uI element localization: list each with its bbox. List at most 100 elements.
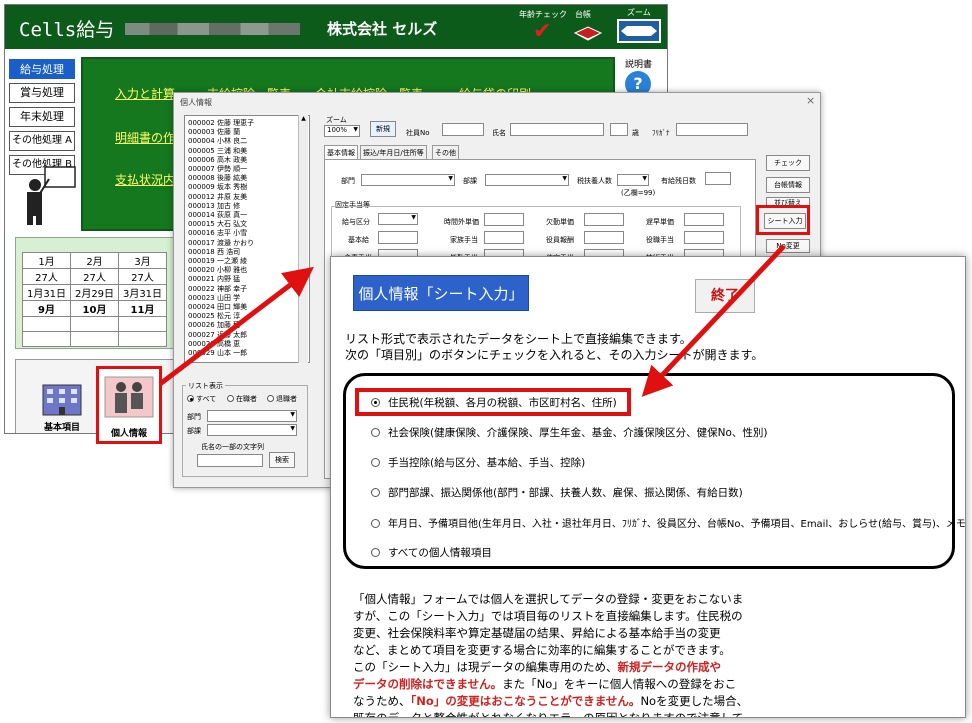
- paid-leave-input[interactable]: [705, 172, 731, 185]
- option-allowance-deduction[interactable]: 手当控除(給与区分、基本給、手当、控除): [371, 455, 585, 470]
- dept-filter-select[interactable]: [207, 410, 297, 422]
- option-resident-tax[interactable]: 住民税(年税額、各月の税額、市区町村名、住所): [371, 395, 617, 410]
- radio-icon[interactable]: [371, 428, 380, 437]
- family-allowance-input[interactable]: [484, 231, 524, 244]
- list-item[interactable]: 000019 一之瀬 綾: [188, 257, 247, 265]
- book-icon[interactable]: [573, 25, 603, 41]
- option-all-items[interactable]: すべての個人情報項目: [371, 545, 492, 560]
- radio-icon[interactable]: [371, 398, 380, 407]
- radio-all[interactable]: すべて: [187, 394, 216, 404]
- end-button[interactable]: 終了: [695, 279, 755, 313]
- personal-info-button[interactable]: 個人情報: [96, 366, 162, 444]
- radio-icon[interactable]: [267, 395, 274, 402]
- sidebar-item-payroll[interactable]: 給与処理: [9, 59, 75, 79]
- ledger-info-button[interactable]: 台帳情報: [766, 177, 810, 193]
- zoom-select[interactable]: 100%: [324, 125, 360, 137]
- list-item[interactable]: 000015 大石 弘文: [188, 220, 247, 228]
- overtime-rate-input[interactable]: [484, 213, 524, 226]
- date-cell: 1月31日: [22, 284, 71, 301]
- check-icon[interactable]: ✔: [533, 21, 551, 43]
- position-allowance-input[interactable]: [684, 231, 724, 244]
- sidebar-item-bonus[interactable]: 賞与処理: [9, 83, 75, 103]
- list-item[interactable]: 000012 井原 友美: [188, 193, 247, 201]
- list-item[interactable]: 000018 西 浩司: [188, 248, 240, 256]
- radio-icon[interactable]: [371, 488, 380, 497]
- check-button[interactable]: チェック: [766, 155, 810, 171]
- close-icon[interactable]: ×: [806, 94, 815, 107]
- list-item[interactable]: 000005 三浦 和美: [188, 147, 247, 155]
- sidebar-item-year-end[interactable]: 年末処理: [9, 107, 75, 127]
- absence-rate-label: 欠勤単価: [546, 218, 574, 226]
- list-item[interactable]: 000009 坂本 秀樹: [188, 183, 247, 191]
- search-button[interactable]: 検索: [269, 452, 295, 468]
- radio-retired[interactable]: 退職者: [267, 394, 297, 404]
- note-b: (乙欄=99): [621, 189, 656, 197]
- employee-no-input[interactable]: [442, 123, 484, 136]
- list-item[interactable]: 000006 高木 政美: [188, 156, 247, 164]
- month-cell[interactable]: 2月: [70, 252, 119, 269]
- menu-statement-link[interactable]: 明細書の作: [115, 129, 175, 146]
- position-pay-input[interactable]: [584, 231, 624, 244]
- sidebar-item-other-a[interactable]: その他処理 A: [9, 131, 75, 151]
- radio-icon[interactable]: [371, 519, 380, 528]
- list-item[interactable]: 000026 加藤 穂: [188, 321, 240, 329]
- basic-items-button[interactable]: 基本項目: [35, 379, 89, 433]
- menu-calc-link[interactable]: 入力と計算: [115, 85, 175, 102]
- scroll-up-icon[interactable]: ▲: [299, 115, 308, 122]
- list-item[interactable]: 000025 松元 淳: [188, 312, 240, 320]
- list-item[interactable]: 000021 内野 猛: [188, 275, 240, 283]
- list-item[interactable]: 000003 佐藤 蘭: [188, 128, 240, 136]
- month-cell[interactable]: 3月: [118, 252, 167, 269]
- month-cell[interactable]: 10月: [70, 300, 119, 317]
- option-social-insurance[interactable]: 社会保険(健康保険、介護保険、厚生年金、基金、介護保険区分、健保No、性別): [371, 425, 767, 440]
- name-search-input[interactable]: [197, 454, 263, 467]
- list-item[interactable]: 000024 田口 輝美: [188, 303, 247, 311]
- menu-payment-status-link[interactable]: 支払状況内: [115, 171, 175, 188]
- radio-icon[interactable]: [371, 458, 380, 467]
- list-item[interactable]: 000007 伊勢 順一: [188, 165, 247, 173]
- name-input[interactable]: [510, 123, 604, 136]
- section-filter-select[interactable]: [207, 424, 297, 436]
- absence-rate-input[interactable]: [584, 213, 624, 226]
- list-item[interactable]: 000014 荻原 真一: [188, 211, 247, 219]
- list-item[interactable]: 000002 佐藤 理恵子: [188, 119, 254, 127]
- radio-icon[interactable]: [187, 395, 194, 402]
- radio-icon[interactable]: [371, 548, 380, 557]
- base-pay-input[interactable]: [378, 231, 418, 244]
- option-dates-reserve[interactable]: 年月日、予備項目他(生年月日、入社・退社年月日、ﾌﾘｶﾞﾅ、役員区分、台帳No、…: [371, 515, 965, 530]
- list-item[interactable]: 000013 加古 修: [188, 202, 240, 210]
- list-item[interactable]: 000022 神部 幸子: [188, 285, 247, 293]
- month-cell[interactable]: 9月: [22, 300, 71, 317]
- tab-basic-info[interactable]: 基本情報: [324, 145, 358, 159]
- list-item[interactable]: 000016 志平 小雪: [188, 229, 247, 237]
- late-rate-input[interactable]: [684, 213, 724, 226]
- furigana-input[interactable]: [676, 123, 748, 136]
- list-item[interactable]: 000020 小柳 雅也: [188, 266, 247, 274]
- month-cell[interactable]: 11月: [118, 300, 167, 317]
- option-department-transfer[interactable]: 部門部課、振込関係他(部門・部課、扶養人数、雇保、振込関係、有給日数): [371, 485, 743, 500]
- list-item[interactable]: 000017 渡邉 かおり: [188, 239, 254, 247]
- pay-category-select[interactable]: [378, 213, 418, 225]
- person-list[interactable]: 000002 佐藤 理恵子 000003 佐藤 蘭 000004 小林 良二 0000…: [184, 115, 310, 363]
- tab-transfer-dates[interactable]: 振込/年月日/住所等: [360, 145, 427, 159]
- section-select[interactable]: [485, 174, 569, 186]
- list-item[interactable]: 000029 山本 一郎: [188, 349, 247, 357]
- description-line: 「個人情報」フォームでは個人を選択してデータの登録・変更をおこないま: [353, 592, 744, 606]
- new-button[interactable]: 新規: [370, 121, 396, 137]
- list-item[interactable]: 000008 後藤 紘美: [188, 174, 247, 182]
- radio-icon[interactable]: [227, 395, 234, 402]
- list-item[interactable]: 000028 高橋 恵: [188, 340, 240, 348]
- zoom-icon[interactable]: [617, 19, 661, 43]
- list-item[interactable]: 000023 山田 学: [188, 294, 240, 302]
- list-item[interactable]: 000027 近藤 太郎: [188, 331, 247, 339]
- month-cell[interactable]: 1月: [22, 252, 71, 269]
- tab-other[interactable]: その他: [432, 145, 459, 159]
- dept-select[interactable]: [361, 174, 455, 186]
- warning-text: 「No」の変更はおこなうことができません。: [410, 694, 641, 708]
- count-cell: 27人: [70, 268, 119, 285]
- dependents-select[interactable]: [617, 174, 649, 186]
- list-item[interactable]: 000004 小林 良二: [188, 137, 247, 145]
- scrollbar[interactable]: ▲: [298, 115, 308, 363]
- no-change-button[interactable]: No変更: [766, 239, 810, 253]
- radio-employed[interactable]: 在職者: [227, 394, 257, 404]
